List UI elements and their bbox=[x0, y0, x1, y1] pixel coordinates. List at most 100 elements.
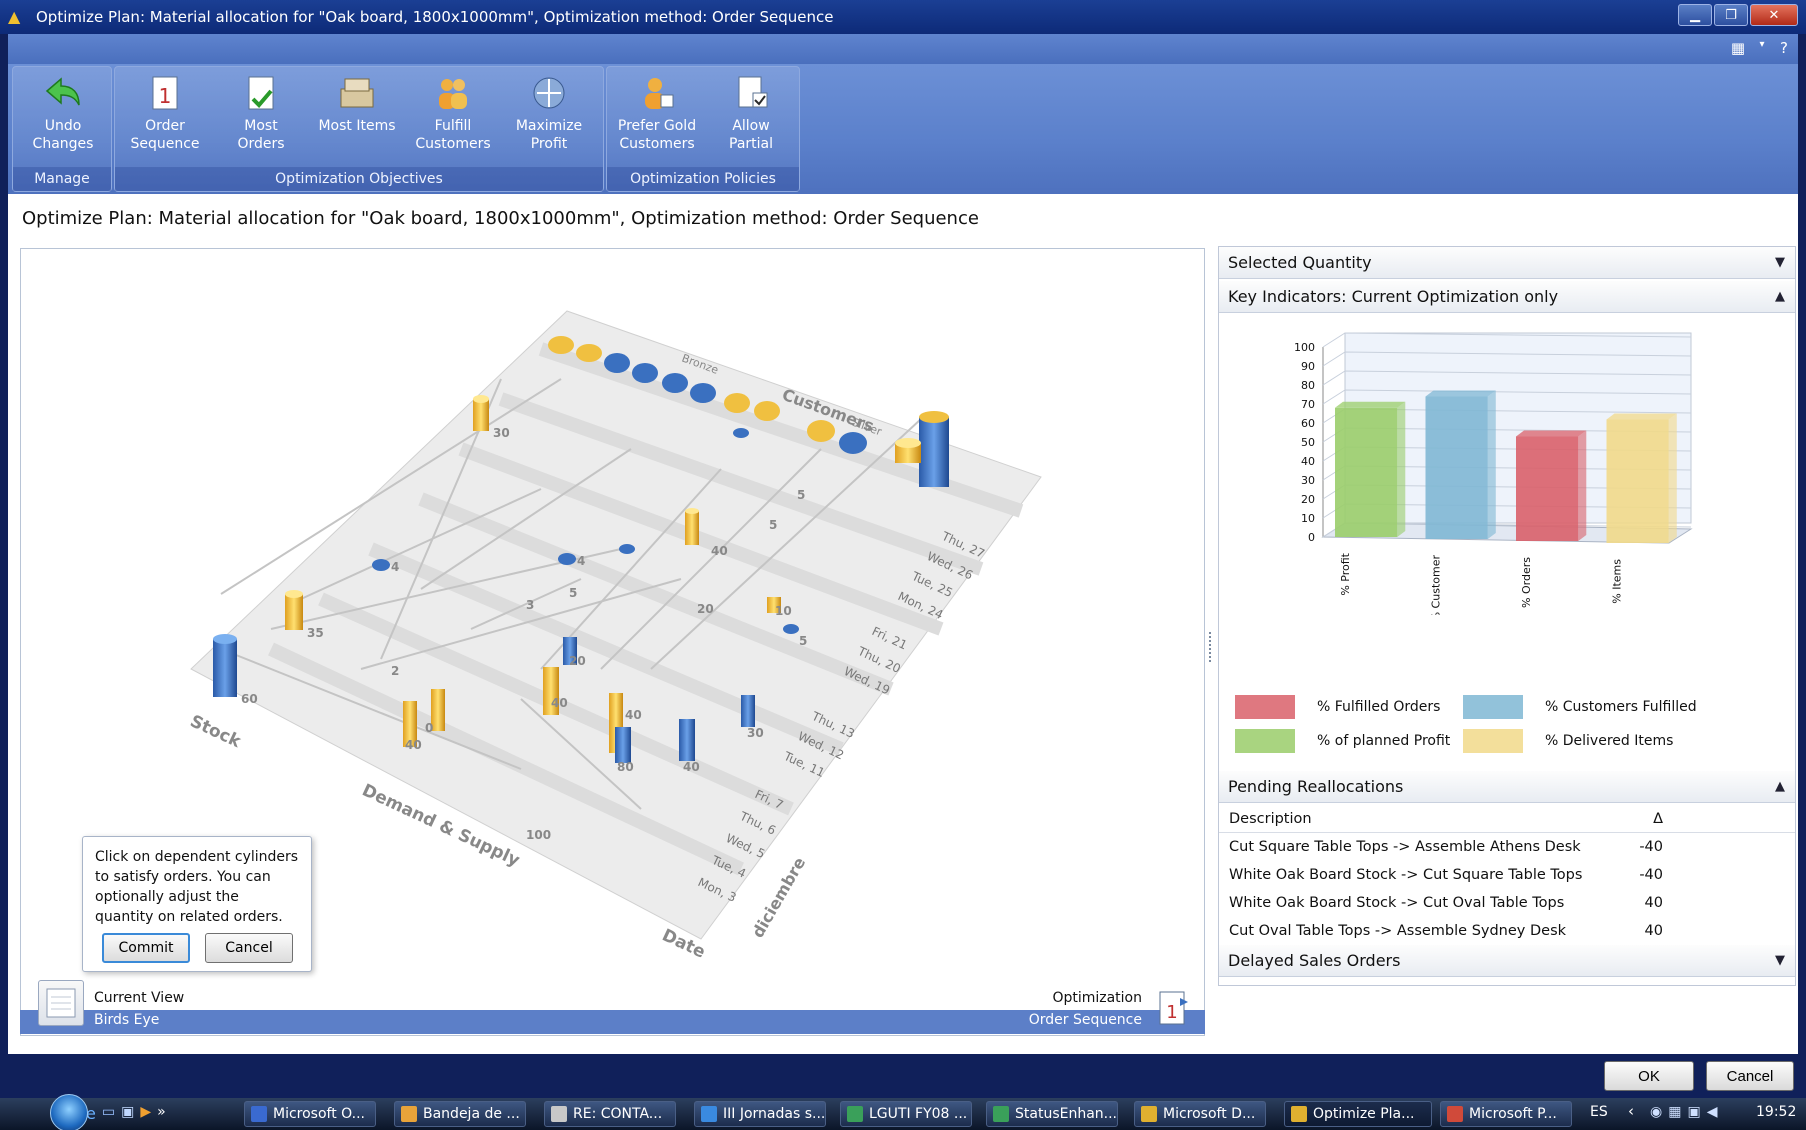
close-button[interactable]: ✕ bbox=[1750, 4, 1798, 26]
taskbar-item-label: Optimize Pla... bbox=[1313, 1106, 1415, 1122]
taskbar-item[interactable]: Microsoft D... bbox=[1134, 1101, 1266, 1127]
chevron-down-icon[interactable]: ▼ bbox=[1775, 945, 1785, 977]
order-sequence-button[interactable]: 1 Order Sequence bbox=[119, 73, 211, 165]
fulfill-customers-label-2: Customers bbox=[415, 136, 491, 152]
system-tray: ◉ ▦ ▣ ◀ bbox=[1650, 1104, 1750, 1124]
column-header-description[interactable]: Description bbox=[1229, 805, 1312, 833]
taskbar-item[interactable]: III Jornadas s... bbox=[694, 1101, 826, 1127]
desktop-icon[interactable]: ▭ bbox=[102, 1104, 115, 1124]
row-description: Cut Square Table Tops -> Assemble Athens… bbox=[1229, 839, 1581, 855]
current-view-button[interactable] bbox=[38, 980, 84, 1026]
most-orders-button[interactable]: Most Orders bbox=[215, 73, 307, 165]
prefer-gold-customers-button[interactable]: Prefer Gold Customers bbox=[611, 73, 703, 165]
table-row[interactable]: White Oak Board Stock -> Cut Oval Table … bbox=[1219, 889, 1795, 917]
column-header-delta[interactable]: Δ bbox=[1619, 805, 1663, 833]
chart-y-tick-label: 30 bbox=[1301, 474, 1315, 487]
quantity-label: 5 bbox=[569, 586, 577, 600]
restore-button[interactable]: ❐ bbox=[1714, 4, 1748, 26]
chevron-right-icon[interactable]: » bbox=[157, 1104, 166, 1124]
quantity-label: 10 bbox=[775, 604, 792, 618]
taskbar-item[interactable]: RE: CONTA... bbox=[544, 1101, 676, 1127]
quantity-label: 40 bbox=[551, 696, 568, 710]
taskbar-item[interactable]: LGUTI FY08 ... bbox=[840, 1101, 972, 1127]
layout-icon[interactable]: ▦ bbox=[1726, 39, 1750, 59]
table-row[interactable]: Cut Oval Table Tops -> Assemble Sydney D… bbox=[1219, 917, 1795, 945]
panel-splitter[interactable] bbox=[1209, 632, 1213, 662]
language-indicator[interactable]: ES bbox=[1590, 1104, 1608, 1120]
ok-button[interactable]: OK bbox=[1604, 1061, 1694, 1091]
current-view-label: Current View bbox=[94, 990, 185, 1006]
app-icon bbox=[993, 1106, 1009, 1122]
taskbar-item-active[interactable]: Optimize Pla... bbox=[1284, 1101, 1432, 1127]
volume-icon[interactable]: ◀ bbox=[1707, 1104, 1718, 1124]
help-icon[interactable]: ? bbox=[1772, 39, 1796, 59]
table-row[interactable]: Cut Square Table Tops -> Assemble Athens… bbox=[1219, 833, 1795, 861]
chevron-up-icon[interactable]: ▲ bbox=[1775, 281, 1785, 313]
most-items-button[interactable]: Most Items bbox=[311, 73, 403, 165]
row-delta: -40 bbox=[1639, 839, 1663, 855]
tray-chevron-icon[interactable]: ‹ bbox=[1628, 1102, 1634, 1120]
ribbon-header-bar: ▦ ▾ ? bbox=[8, 34, 1798, 64]
table-row[interactable]: White Oak Board Stock -> Cut Square Tabl… bbox=[1219, 861, 1795, 889]
quantity-label: 4 bbox=[391, 560, 399, 574]
fulfill-customers-button[interactable]: Fulfill Customers bbox=[407, 73, 499, 165]
chart-x-labels: % Profit % Customer % Orders % Items bbox=[1339, 552, 1624, 615]
undo-changes-label-2: Changes bbox=[32, 136, 94, 152]
most-items-label-1: Most Items bbox=[318, 118, 396, 134]
clock[interactable]: 19:52 bbox=[1756, 1104, 1796, 1120]
taskbar-item[interactable]: StatusEnhan... bbox=[986, 1101, 1118, 1127]
tray-app-icon[interactable]: ◉ bbox=[1650, 1104, 1662, 1124]
legend-swatch-delivered-items bbox=[1463, 729, 1523, 753]
quantity-label: 40 bbox=[625, 708, 642, 722]
chart-bar-side bbox=[1397, 401, 1406, 537]
ribbon-group-optimization-policies: Prefer Gold Customers Allow Partial Opti… bbox=[606, 66, 800, 192]
chevron-up-icon[interactable]: ▲ bbox=[1775, 771, 1785, 803]
order-sequence-label-2: Sequence bbox=[130, 136, 200, 152]
chart-bar-top bbox=[1425, 390, 1496, 397]
minimize-button[interactable]: ▁ bbox=[1678, 4, 1712, 26]
optimization-value: Order Sequence bbox=[1028, 1012, 1142, 1028]
taskbar-item[interactable]: Bandeja de ... bbox=[394, 1101, 526, 1127]
tip-cancel-button[interactable]: Cancel bbox=[205, 933, 293, 963]
quantity-label: 0 bbox=[425, 721, 433, 735]
quantity-label: 20 bbox=[569, 654, 586, 668]
delayed-sales-orders-header[interactable]: Delayed Sales Orders ▼ bbox=[1219, 945, 1795, 977]
layout-dropdown-icon[interactable]: ▾ bbox=[1750, 39, 1774, 59]
cancel-button[interactable]: Cancel bbox=[1706, 1061, 1794, 1091]
window-switch-icon[interactable]: ▣ bbox=[121, 1104, 134, 1124]
order-sequence-icon: 1 bbox=[145, 73, 185, 113]
ribbon-group-optimization-objectives: 1 Order Sequence Most Orders Most Items … bbox=[114, 66, 604, 192]
taskbar-item[interactable]: Microsoft P... bbox=[1440, 1101, 1572, 1127]
taskbar-item[interactable]: Microsoft O... bbox=[244, 1101, 376, 1127]
most-orders-label-2: Orders bbox=[237, 136, 285, 152]
optimization-method-button[interactable]: 1 bbox=[1156, 988, 1192, 1028]
undo-changes-button[interactable]: Undo Changes bbox=[17, 73, 109, 165]
selected-quantity-header[interactable]: Selected Quantity ▼ bbox=[1219, 247, 1795, 279]
monitor-icon[interactable]: ▣ bbox=[1687, 1104, 1700, 1124]
commit-button[interactable]: Commit bbox=[102, 933, 190, 963]
start-button[interactable] bbox=[50, 1094, 88, 1130]
pending-reallocations-header[interactable]: Pending Reallocations ▲ bbox=[1219, 771, 1795, 803]
fulfill-customers-label-1: Fulfill bbox=[434, 118, 472, 134]
allow-partial-button[interactable]: Allow Partial bbox=[705, 73, 797, 165]
legend-label-fulfilled-orders: % Fulfilled Orders bbox=[1317, 699, 1441, 715]
key-indicators-header[interactable]: Key Indicators: Current Optimization onl… bbox=[1219, 281, 1795, 313]
chart-bar-top bbox=[1335, 401, 1406, 408]
chart-bar-front bbox=[1516, 436, 1579, 541]
maximize-profit-label-1: Maximize bbox=[515, 118, 583, 134]
network-icon[interactable]: ▦ bbox=[1668, 1104, 1681, 1124]
maximize-profit-label-2: Profit bbox=[530, 136, 568, 152]
maximize-profit-button[interactable]: Maximize Profit bbox=[503, 73, 595, 165]
quantity-label: 5 bbox=[797, 488, 805, 502]
chart-x-tick-label: % Profit bbox=[1339, 552, 1352, 595]
taskbar-item-label: StatusEnhan... bbox=[1015, 1106, 1118, 1122]
chevron-down-icon[interactable]: ▼ bbox=[1775, 247, 1785, 279]
undo-arrow-icon bbox=[43, 73, 83, 113]
chart-bar-front bbox=[1425, 396, 1488, 539]
fulfill-customers-icon bbox=[433, 73, 473, 113]
app-icon bbox=[1447, 1106, 1463, 1122]
chart-y-tick-label: 90 bbox=[1301, 360, 1315, 373]
media-player-icon[interactable]: ▶ bbox=[140, 1104, 151, 1124]
prefer-gold-label-2: Customers bbox=[619, 136, 695, 152]
quantity-label: 35 bbox=[307, 626, 324, 640]
